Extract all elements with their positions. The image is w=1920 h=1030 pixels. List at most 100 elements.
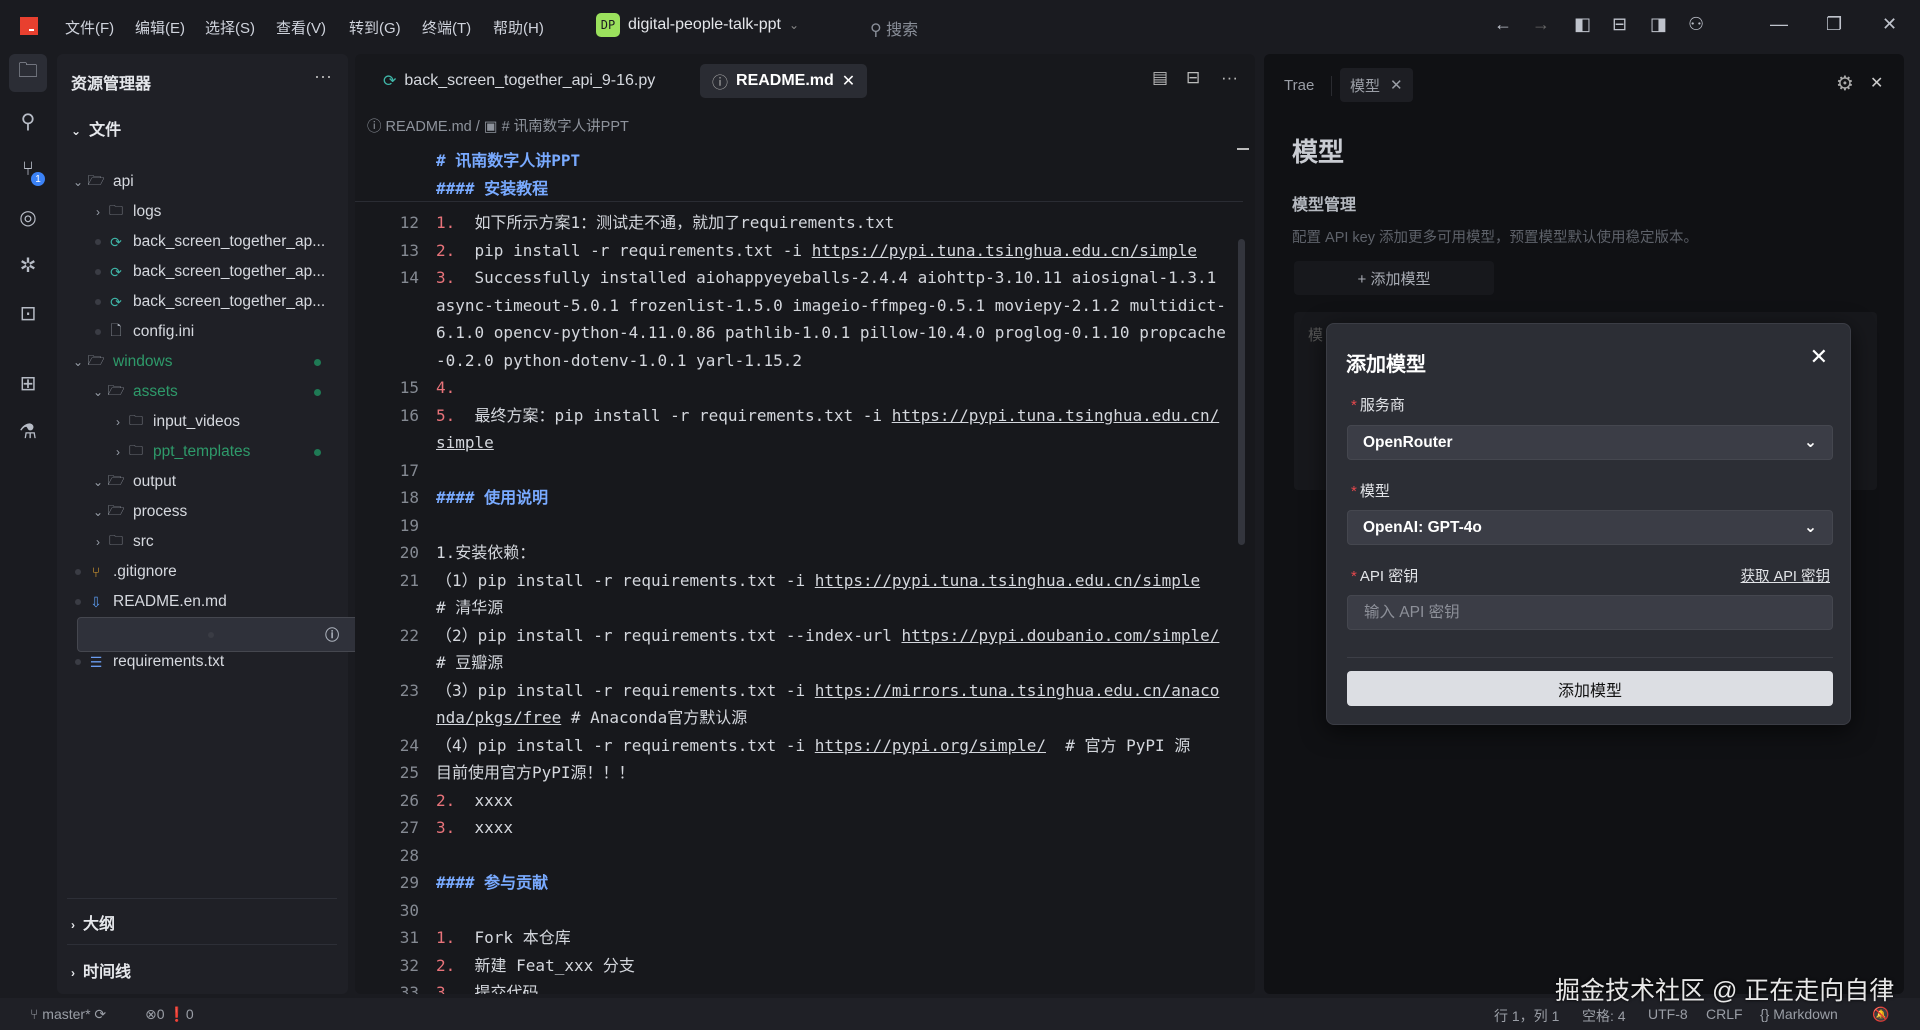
menu-file[interactable]: 文件(F)	[65, 17, 114, 38]
notifications-bell-icon[interactable]: 🔕	[1872, 1006, 1889, 1023]
link[interactable]: https://pypi.doubanio.com/simple/	[901, 626, 1219, 645]
chevron-right-icon[interactable]: ›	[91, 205, 105, 219]
line-ending[interactable]: CRLF	[1706, 1006, 1743, 1022]
breadcrumb-heading[interactable]: # 讯南数字人讲PPT	[502, 119, 629, 135]
tab-trae[interactable]: Trae	[1274, 68, 1324, 102]
language-mode[interactable]: {} Markdown	[1760, 1006, 1838, 1022]
restore-icon[interactable]: ❐	[1826, 14, 1842, 35]
sticky-line[interactable]: # 讯南数字人讲PPT	[436, 147, 1226, 175]
close-tab-icon[interactable]: ✕	[842, 71, 855, 91]
search-icon[interactable]: ⚲	[9, 102, 47, 140]
extensions-icon[interactable]: ⊞	[9, 364, 47, 402]
tree-item-label: assets	[133, 383, 178, 400]
tree-item-label: back_screen_together_ap...	[133, 263, 326, 280]
add-model-button[interactable]: + 添加模型	[1294, 261, 1494, 295]
link[interactable]: https://pypi.tuna.tsinghua.edu.cn/simple	[812, 241, 1197, 260]
debug-bug-icon[interactable]: ✲	[9, 246, 47, 284]
preview-icon[interactable]: ▤	[1152, 68, 1168, 88]
tree-item[interactable]: ⟳ back_screen_together_ap...	[63, 257, 339, 287]
tree-item[interactable]: 🗋 config.ini	[63, 317, 339, 347]
chevron-right-icon[interactable]: ›	[111, 445, 125, 459]
close-window-icon[interactable]: ✕	[1882, 14, 1897, 35]
code-line: （2）pip install -r requirements.txt --ind…	[436, 622, 1226, 677]
code-area[interactable]: 12 1. 如下所示方案1：测试走不通，就加了requirements.txt 13…	[355, 148, 1245, 994]
tree-item[interactable]: ⟳ back_screen_together_ap...	[63, 227, 339, 257]
link[interactable]: https://pypi.tuna.tsinghua.edu.cn/simple	[815, 571, 1200, 590]
menu-terminal[interactable]: 终端(T)	[422, 17, 471, 38]
close-panel-icon[interactable]: ✕	[1870, 73, 1883, 93]
project-switcher[interactable]: DP digital-people-talk-ppt ⌄	[596, 13, 799, 37]
menu-select[interactable]: 选择(S)	[205, 17, 255, 38]
cursor-position[interactable]: 行 1，列 1	[1494, 1006, 1559, 1026]
close-tab-icon[interactable]: ✕	[1390, 76, 1403, 94]
problems-status[interactable]: ⊗0 ❗0	[145, 1006, 194, 1023]
model-list-label: 模	[1308, 327, 1324, 344]
chevron-down-icon[interactable]: ⌄	[91, 505, 105, 519]
provider-select[interactable]: OpenRouter ⌄	[1347, 425, 1833, 460]
tree-item[interactable]: ⌄ 🗁 process	[63, 497, 339, 527]
section-outline[interactable]: › 大纲	[71, 910, 115, 934]
vertical-scrollbar[interactable]	[1238, 239, 1245, 545]
close-icon[interactable]: ✕	[1810, 344, 1828, 370]
toggle-left-panel-icon[interactable]: ◧	[1574, 14, 1591, 35]
tab-back-screen-py[interactable]: ⟳ back_screen_together_api_9-16.py	[371, 64, 667, 98]
line-number: 29	[399, 873, 419, 892]
model-select[interactable]: OpenAI: GPT-4o ⌄	[1347, 510, 1833, 545]
sticky-line[interactable]: #### 安装教程	[436, 175, 1226, 203]
chevron-down-icon[interactable]: ⌄	[71, 175, 85, 189]
get-api-key-link[interactable]: 获取 API 密钥	[1741, 565, 1830, 586]
folder-open-icon: 🗁	[107, 382, 125, 398]
tab-readme[interactable]: ⓘ README.md ✕	[700, 64, 868, 98]
forward-arrow-icon[interactable]: →	[1532, 14, 1550, 35]
source-control-icon[interactable]: ⑂ 1	[9, 150, 47, 188]
gear-icon[interactable]: ⚙	[1836, 71, 1854, 96]
tree-item[interactable]: ⇩ README.en.md	[63, 587, 339, 617]
submit-add-model-button[interactable]: 添加模型	[1347, 671, 1833, 706]
encoding[interactable]: UTF-8	[1648, 1006, 1688, 1022]
minimize-icon[interactable]: —	[1770, 14, 1788, 35]
branch-status[interactable]: ⑂ master* ⟳	[30, 1006, 106, 1023]
tree-item[interactable]: ☰ requirements.txt	[63, 647, 339, 677]
chevron-down-icon[interactable]: ⌄	[91, 385, 105, 399]
section-timeline[interactable]: › 时间线	[71, 958, 131, 982]
tree-item[interactable]: ⌄ 🗁 api	[63, 167, 339, 197]
tree-item[interactable]: ⑂ .gitignore	[63, 557, 339, 587]
menu-goto[interactable]: 转到(G)	[349, 17, 401, 38]
account-icon[interactable]: ⚇	[1688, 14, 1704, 35]
explorer-icon[interactable]: 🗀	[9, 54, 47, 92]
tab-model[interactable]: 模型 ✕	[1340, 68, 1413, 102]
chevron-right-icon[interactable]: ›	[111, 415, 125, 429]
testing-flask-icon[interactable]: ⚗	[9, 412, 47, 450]
tree-item[interactable]: ⌄ 🗁 assets	[63, 377, 339, 407]
chevron-down-icon[interactable]: ⌄	[71, 355, 85, 369]
breadcrumb-file[interactable]: README.md	[386, 119, 472, 135]
line-number: 19	[399, 515, 419, 535]
indentation[interactable]: 空格: 4	[1582, 1006, 1626, 1026]
tree-item[interactable]: ⌄ 🗁 output	[63, 467, 339, 497]
tree-item[interactable]: › 🗀 logs	[63, 197, 339, 227]
tree-item[interactable]: › 🗀 ppt_templates	[63, 437, 339, 467]
remote-desktop-icon[interactable]: ⊡	[9, 294, 47, 332]
section-files[interactable]: ⌄ 文件	[71, 116, 121, 140]
chevron-down-icon[interactable]: ⌄	[91, 475, 105, 489]
menu-view[interactable]: 查看(V)	[276, 17, 326, 38]
toggle-bottom-panel-icon[interactable]: ⊟	[1612, 14, 1627, 35]
chevron-right-icon[interactable]: ›	[91, 535, 105, 549]
sync-icon[interactable]: ⟳	[94, 1006, 106, 1022]
apikey-input[interactable]	[1347, 595, 1833, 630]
split-editor-icon[interactable]: ⊟	[1186, 68, 1200, 88]
search-box[interactable]: ⚲ 搜索	[870, 16, 918, 40]
more-icon[interactable]: ···	[314, 66, 332, 87]
more-actions-icon[interactable]: ···	[1221, 68, 1238, 88]
tree-item[interactable]: › 🗀 src	[63, 527, 339, 557]
toggle-right-panel-icon[interactable]: ◨	[1650, 14, 1667, 35]
link[interactable]: https://pypi.org/simple/	[815, 736, 1046, 755]
menu-help[interactable]: 帮助(H)	[493, 17, 544, 38]
tree-item-label: windows	[113, 353, 173, 370]
remote-icon[interactable]: ◎	[9, 198, 47, 236]
menu-edit[interactable]: 编辑(E)	[135, 17, 185, 38]
back-arrow-icon[interactable]: ←	[1494, 14, 1512, 35]
tree-item[interactable]: ⟳ back_screen_together_ap...	[63, 287, 339, 317]
tree-item[interactable]: › 🗀 input_videos	[63, 407, 339, 437]
tree-item[interactable]: ⌄ 🗁 windows	[63, 347, 339, 377]
